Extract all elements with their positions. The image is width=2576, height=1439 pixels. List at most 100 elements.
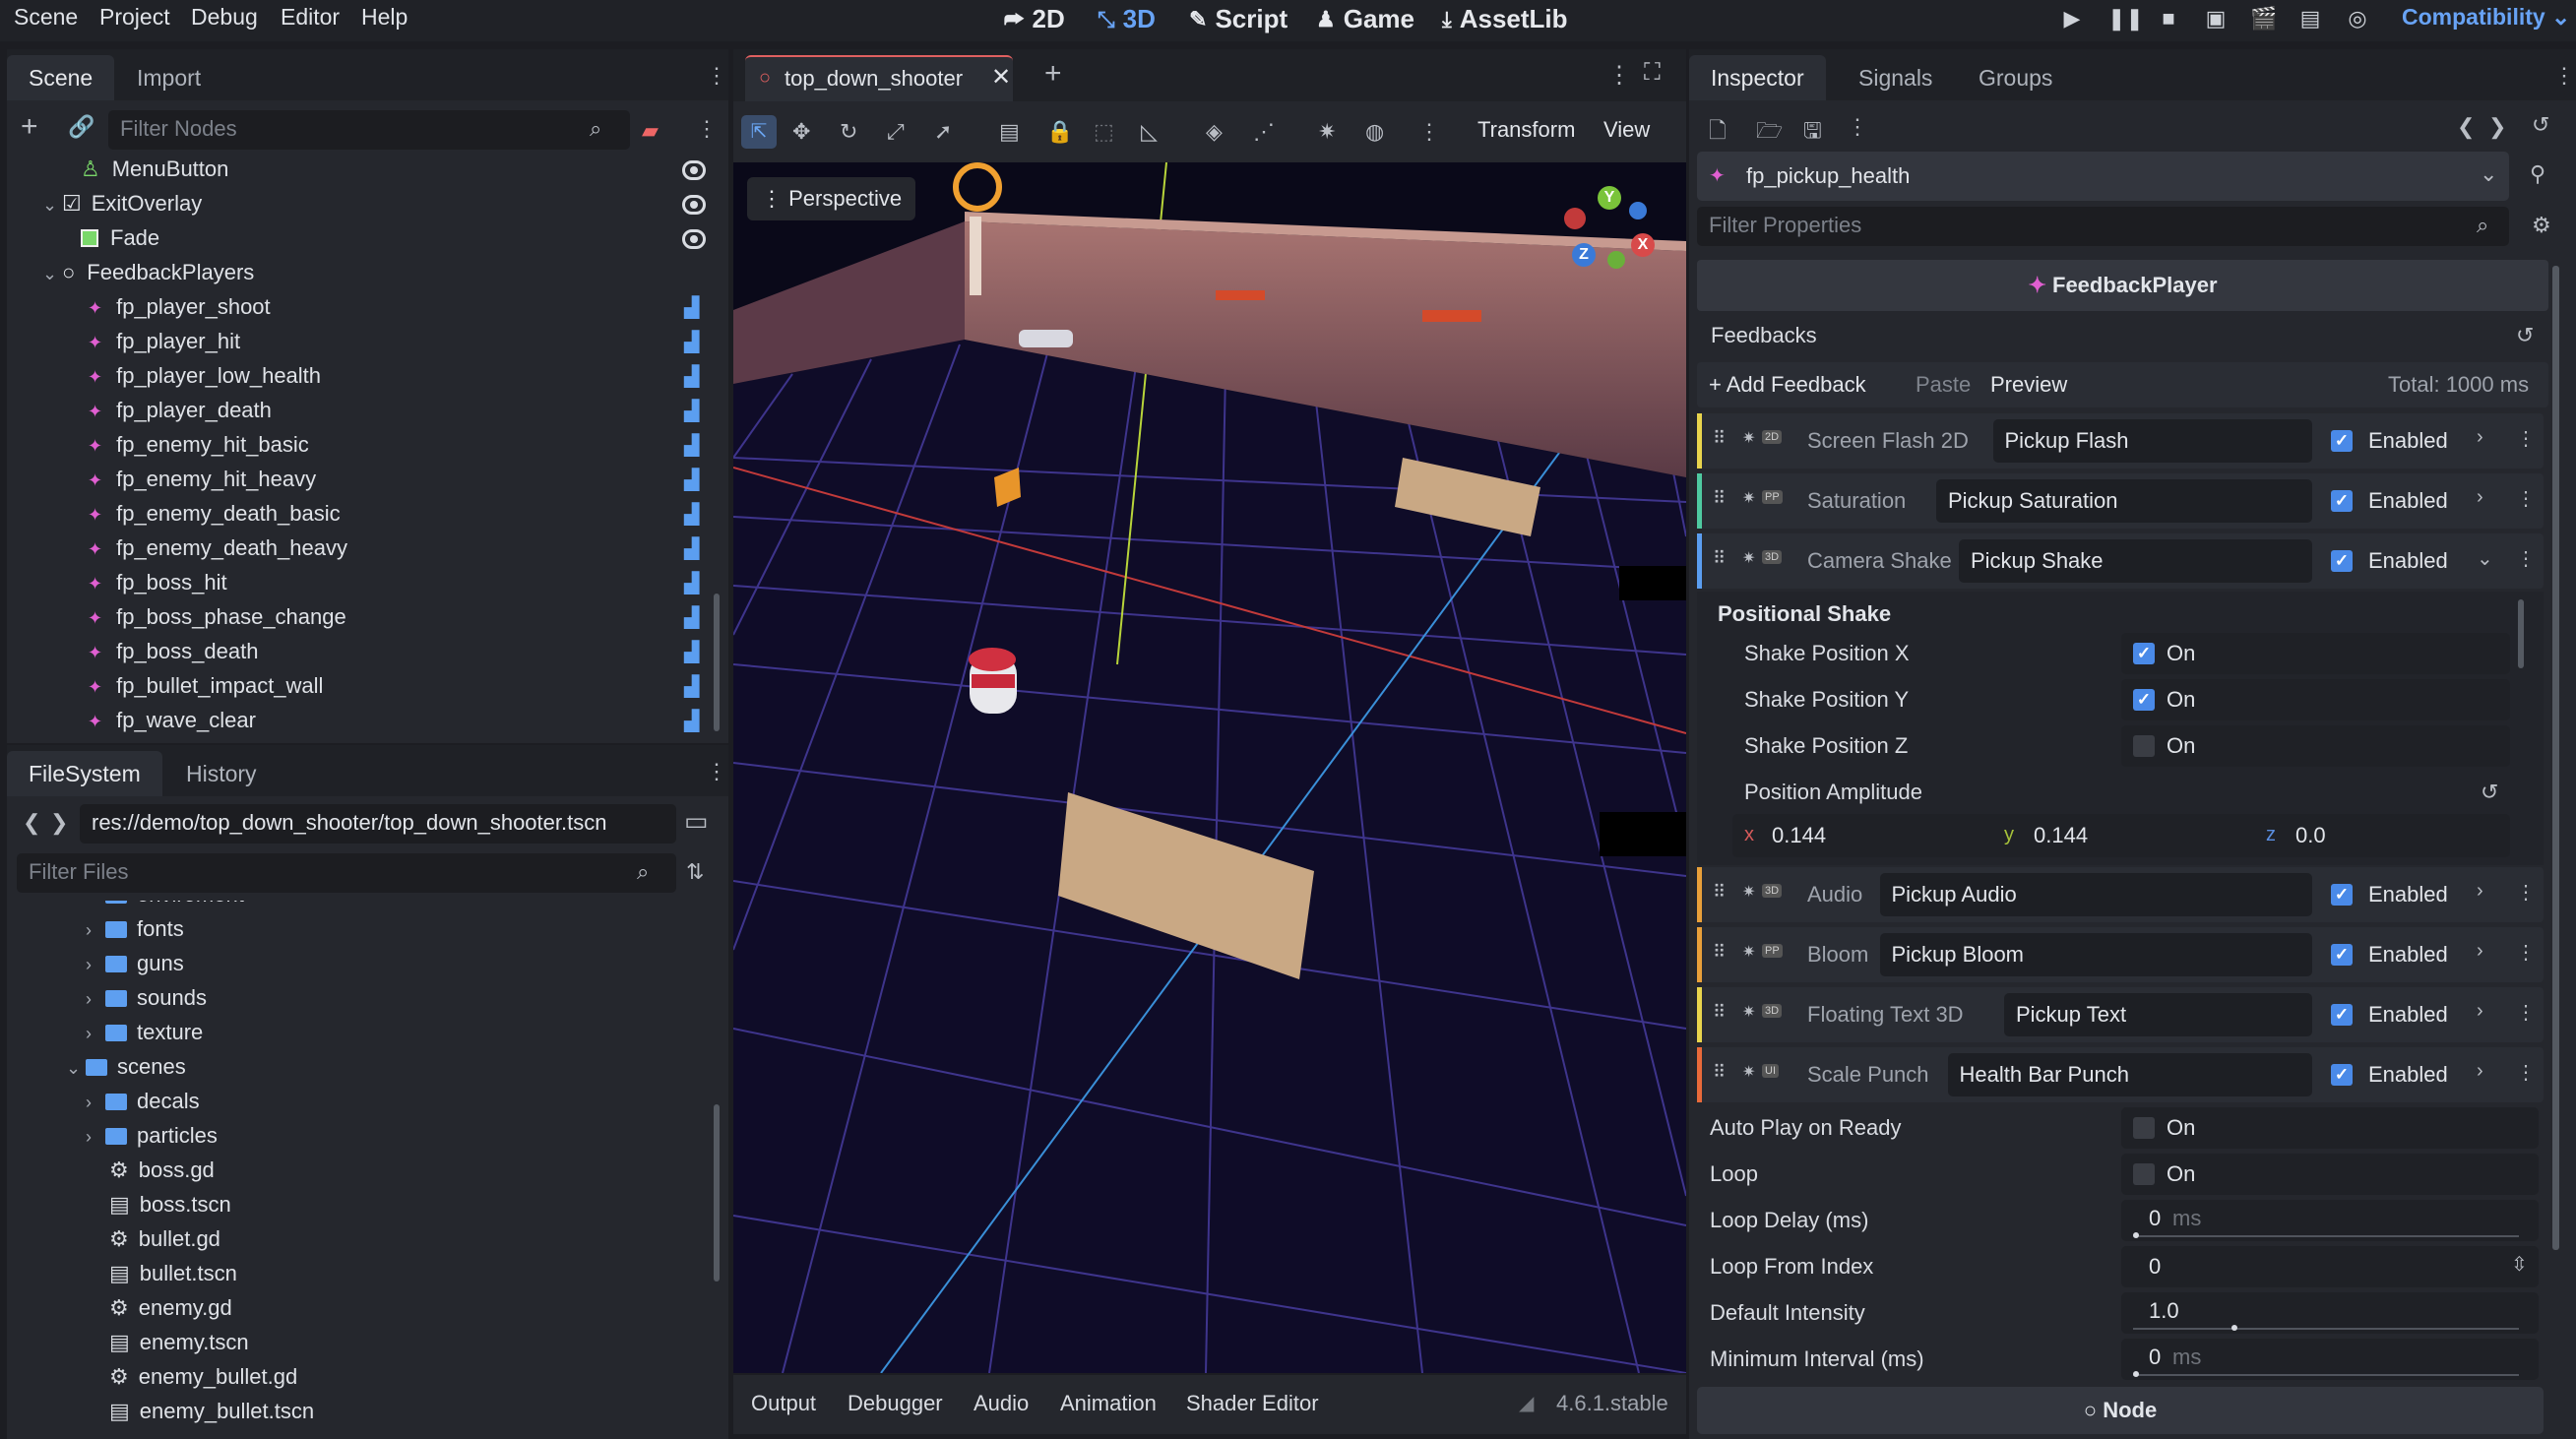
- slider-grabber[interactable]: [2133, 1232, 2139, 1238]
- drag-handle-icon[interactable]: ⠿: [1713, 548, 1726, 569]
- play-scene-icon[interactable]: 🎬: [2250, 6, 2277, 31]
- snap-icon[interactable]: ⋰: [1253, 119, 1275, 145]
- property-field[interactable]: 0 ⇳: [2121, 1246, 2539, 1287]
- property-field[interactable]: On: [2121, 1154, 2539, 1195]
- workspace-2d-button[interactable]: ⮫ 2D: [1004, 4, 1065, 34]
- tab-inspector[interactable]: Inspector: [1689, 55, 1826, 100]
- y-axis-icon[interactable]: Y: [1598, 186, 1621, 210]
- scene-node-row[interactable]: Fade: [81, 220, 159, 255]
- close-icon[interactable]: ✕: [991, 63, 1011, 92]
- chevron-right-icon[interactable]: ›: [86, 913, 105, 948]
- split-view-icon[interactable]: ▭: [684, 806, 709, 837]
- file-row[interactable]: ▤ enemy.tscn: [109, 1325, 249, 1359]
- move-tool-icon[interactable]: ✥: [792, 119, 810, 145]
- scene-node-row[interactable]: ✦ fp_boss_death: [88, 634, 258, 668]
- scene-node-row[interactable]: ✦ fp_boss_hit: [88, 565, 227, 599]
- tab-history[interactable]: History: [164, 751, 279, 796]
- scene-node-row[interactable]: ⌄ ○ FeedbackPlayers: [42, 255, 254, 289]
- chevron-down-icon[interactable]: ⌄: [42, 188, 62, 222]
- kebab-menu-icon[interactable]: ⋮: [1418, 119, 1440, 145]
- x-axis-icon[interactable]: X: [1631, 233, 1655, 257]
- file-row[interactable]: ⚙ boss.gd: [109, 1153, 215, 1187]
- scene-node-row[interactable]: ♙ MenuButton: [81, 154, 228, 186]
- chevron-down-icon[interactable]: ⌄: [42, 257, 62, 291]
- chevron-right-icon[interactable]: ›: [86, 1017, 105, 1051]
- filter-settings-icon[interactable]: ⚙: [2532, 213, 2551, 238]
- scene-node-row[interactable]: ✦ fp_player_shoot: [88, 289, 271, 324]
- kebab-menu-icon[interactable]: ⋮: [2516, 1060, 2536, 1085]
- chevron-right-icon[interactable]: ›: [2477, 426, 2483, 449]
- chevron-down-icon[interactable]: ⌄: [2477, 546, 2493, 571]
- select-tool-icon[interactable]: ⇱: [741, 115, 777, 149]
- workspace-script-button[interactable]: ✎ Script: [1189, 4, 1288, 34]
- kebab-menu-icon[interactable]: ⋮: [2516, 1000, 2536, 1025]
- visibility-eye-icon[interactable]: [682, 160, 706, 180]
- file-row[interactable]: › fonts: [86, 911, 184, 946]
- kebab-menu-icon[interactable]: ⋮: [2516, 546, 2536, 571]
- enabled-checkbox[interactable]: ✓: [2331, 1064, 2353, 1086]
- revert-icon[interactable]: ↺: [2516, 323, 2534, 348]
- menu-project[interactable]: Project: [95, 4, 174, 31]
- script-icon[interactable]: ▟: [684, 676, 706, 698]
- chevron-right-icon[interactable]: ›: [86, 948, 105, 982]
- scene-node-row[interactable]: ✦ fp_enemy_hit_basic: [88, 427, 309, 462]
- feedback-row[interactable]: ⠿ ✷ 3D Camera Shake Pickup Shake ✓ Enabled ⌄ ⋮: [1697, 533, 2544, 589]
- node-selector[interactable]: ✦ fp_pickup_health ⌄: [1697, 152, 2509, 201]
- forward-icon[interactable]: ❯: [50, 810, 68, 836]
- tab-filesystem[interactable]: FileSystem: [7, 751, 162, 796]
- kebab-menu-icon[interactable]: ⋮: [1847, 114, 1868, 140]
- scene-node-row[interactable]: ✦ fp_boss_phase_change: [88, 599, 346, 634]
- stop-icon[interactable]: ■: [2156, 6, 2181, 31]
- 3d-viewport[interactable]: ⋮ Perspective Y Z X: [733, 162, 1686, 1373]
- add-feedback-button[interactable]: + Add Feedback: [1709, 372, 1866, 398]
- file-row[interactable]: ▤ bullet.tscn: [109, 1256, 237, 1290]
- pause-icon[interactable]: ❚❚: [2107, 6, 2144, 31]
- movie-maker-icon[interactable]: ◎: [2345, 6, 2370, 31]
- drag-handle-icon[interactable]: ⠿: [1713, 882, 1726, 903]
- tab-import[interactable]: Import: [115, 55, 222, 100]
- property-field[interactable]: On: [2121, 1107, 2539, 1149]
- chevron-down-icon[interactable]: ⌄: [66, 1051, 86, 1086]
- amplitude-y-value[interactable]: 0.144: [2034, 823, 2088, 848]
- new-resource-icon[interactable]: 🗋: [1709, 114, 1727, 152]
- filter-files-input[interactable]: Filter Files: [17, 853, 676, 893]
- script-icon[interactable]: ▟: [684, 504, 706, 526]
- kebab-menu-icon[interactable]: ⋮: [2553, 63, 2575, 89]
- tab-groups[interactable]: Groups: [1957, 55, 2074, 100]
- file-row[interactable]: ⌄ scenes: [66, 1049, 186, 1084]
- kebab-menu-icon[interactable]: ⋮: [706, 63, 727, 89]
- file-row[interactable]: › decals: [86, 1084, 200, 1118]
- kebab-menu-icon[interactable]: ⋮: [2516, 940, 2536, 965]
- script-icon[interactable]: ▟: [684, 642, 706, 663]
- amplitude-x-value[interactable]: 0.144: [1772, 823, 1826, 848]
- drag-handle-icon[interactable]: ⠿: [1713, 1062, 1726, 1083]
- checkbox[interactable]: [2133, 735, 2155, 757]
- file-tree-scrollbar[interactable]: [714, 1104, 720, 1282]
- back-icon[interactable]: ❮: [23, 810, 40, 836]
- feedback-name-field[interactable]: Pickup Text: [2004, 993, 2312, 1036]
- sort-icon[interactable]: ⇅: [686, 859, 704, 885]
- kebab-menu-icon[interactable]: ⋮: [2516, 486, 2536, 511]
- sun-icon[interactable]: ✷: [1318, 119, 1336, 145]
- feedback-name-field[interactable]: Health Bar Punch: [1947, 1053, 2312, 1096]
- scene-node-row[interactable]: ✦ fp_bullet_impact_wall: [88, 668, 323, 703]
- scene-node-row[interactable]: ⌄ ☑ ExitOverlay: [42, 186, 202, 220]
- property-field[interactable]: 0 ms: [2121, 1200, 2539, 1241]
- enabled-checkbox[interactable]: ✓: [2331, 550, 2353, 572]
- visibility-eye-icon[interactable]: [682, 229, 706, 249]
- filter-properties-input[interactable]: Filter Properties: [1697, 207, 2509, 246]
- script-icon[interactable]: ▟: [684, 573, 706, 594]
- menu-debug[interactable]: Debug: [187, 4, 262, 31]
- enabled-checkbox[interactable]: ✓: [2331, 430, 2353, 452]
- preview-button[interactable]: Preview: [1990, 372, 2067, 398]
- checkbox[interactable]: ✓: [2133, 643, 2155, 664]
- enabled-checkbox[interactable]: ✓: [2331, 884, 2353, 906]
- chevron-right-icon[interactable]: ›: [86, 982, 105, 1017]
- open-folder-icon[interactable]: 🗁: [1756, 114, 1783, 152]
- node-info-icon[interactable]: ⚲: [2530, 161, 2545, 187]
- chevron-right-icon[interactable]: ›: [2477, 1000, 2483, 1023]
- environment-icon[interactable]: ◍: [1365, 119, 1384, 145]
- feedback-name-field[interactable]: Pickup Bloom: [1879, 933, 2312, 976]
- drag-handle-icon[interactable]: ⠿: [1713, 428, 1726, 449]
- kebab-menu-icon[interactable]: ⋮: [2516, 880, 2536, 905]
